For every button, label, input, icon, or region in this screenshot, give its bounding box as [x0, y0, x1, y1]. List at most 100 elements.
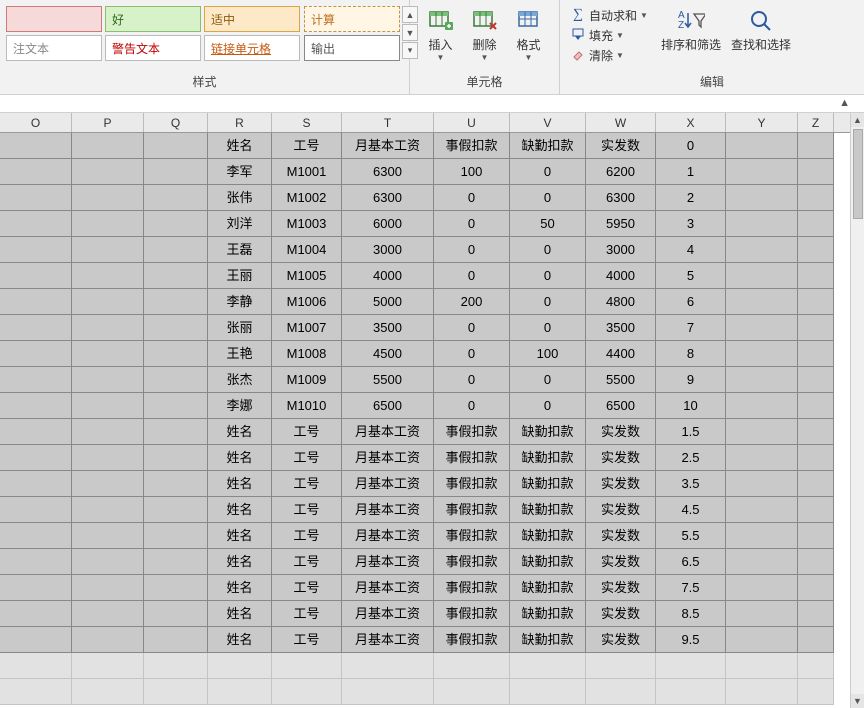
cell[interactable]	[798, 679, 834, 705]
cell[interactable]	[0, 367, 72, 393]
cell[interactable]: 7.5	[656, 575, 726, 601]
cell[interactable]: 0	[510, 185, 586, 211]
cell[interactable]: 6300	[586, 185, 656, 211]
cell[interactable]: 工号	[272, 601, 342, 627]
cell[interactable]: 4800	[586, 289, 656, 315]
cell[interactable]: 王丽	[208, 263, 272, 289]
cell[interactable]: 10	[656, 393, 726, 419]
cell[interactable]	[72, 263, 144, 289]
cell[interactable]: 缺勤扣款	[510, 575, 586, 601]
insert-button[interactable]: 插入 ▼	[419, 2, 463, 62]
cell[interactable]	[144, 185, 208, 211]
cell[interactable]: 9.5	[656, 627, 726, 653]
cell[interactable]: 张丽	[208, 315, 272, 341]
cell[interactable]: 工号	[272, 471, 342, 497]
cell[interactable]: 姓名	[208, 497, 272, 523]
cell[interactable]	[144, 159, 208, 185]
cell[interactable]	[208, 679, 272, 705]
delete-button[interactable]: 删除 ▼	[463, 2, 507, 62]
cell[interactable]: 0	[510, 237, 586, 263]
cell[interactable]: 李军	[208, 159, 272, 185]
cell[interactable]	[726, 523, 798, 549]
cell[interactable]	[72, 575, 144, 601]
cell[interactable]: 姓名	[208, 445, 272, 471]
cell[interactable]	[144, 341, 208, 367]
cell[interactable]	[656, 653, 726, 679]
cell[interactable]: 0	[510, 289, 586, 315]
cell[interactable]: 李娜	[208, 393, 272, 419]
cell[interactable]: 6300	[342, 185, 434, 211]
cell[interactable]: 3500	[586, 315, 656, 341]
cell[interactable]: 实发数	[586, 133, 656, 159]
cell[interactable]: 姓名	[208, 575, 272, 601]
cell[interactable]	[0, 237, 72, 263]
cell[interactable]	[798, 445, 834, 471]
cell[interactable]: 6	[656, 289, 726, 315]
cell[interactable]	[0, 653, 72, 679]
cell[interactable]: 0	[434, 237, 510, 263]
cell[interactable]	[72, 549, 144, 575]
cell[interactable]	[726, 627, 798, 653]
autosum-button[interactable]: ∑ 自动求和 ▼	[570, 5, 652, 25]
cell[interactable]	[72, 237, 144, 263]
find-select-button[interactable]: 查找和选择	[726, 2, 796, 53]
cell[interactable]	[72, 315, 144, 341]
cell[interactable]	[272, 679, 342, 705]
cell[interactable]	[0, 497, 72, 523]
cell[interactable]: 0	[434, 211, 510, 237]
cell[interactable]: 事假扣款	[434, 419, 510, 445]
cell[interactable]: 0	[434, 315, 510, 341]
cell[interactable]	[272, 653, 342, 679]
cell[interactable]: 4000	[342, 263, 434, 289]
cell[interactable]: 1	[656, 159, 726, 185]
cell[interactable]	[0, 419, 72, 445]
cell[interactable]: 工号	[272, 445, 342, 471]
cell[interactable]: 1.5	[656, 419, 726, 445]
cell[interactable]: 事假扣款	[434, 549, 510, 575]
cell[interactable]	[144, 445, 208, 471]
cell[interactable]	[72, 653, 144, 679]
cell[interactable]	[656, 679, 726, 705]
cell[interactable]	[144, 653, 208, 679]
cell[interactable]: 6500	[586, 393, 656, 419]
style-cell-4[interactable]: 警告文本	[105, 35, 201, 61]
cell[interactable]	[0, 211, 72, 237]
style-cell-3[interactable]: 注文本	[6, 35, 102, 61]
cell[interactable]	[144, 549, 208, 575]
cell[interactable]	[798, 185, 834, 211]
cell[interactable]	[0, 679, 72, 705]
cell[interactable]	[0, 523, 72, 549]
cell[interactable]	[726, 445, 798, 471]
cell[interactable]	[726, 211, 798, 237]
style-cell-1[interactable]: 好	[105, 6, 201, 32]
cell[interactable]: 0	[510, 159, 586, 185]
cell[interactable]: M1005	[272, 263, 342, 289]
cell[interactable]: 5000	[342, 289, 434, 315]
clear-button[interactable]: 清除 ▼	[570, 45, 652, 65]
cell[interactable]: 缺勤扣款	[510, 419, 586, 445]
cell[interactable]: 0	[434, 341, 510, 367]
cell[interactable]: 5	[656, 263, 726, 289]
cell[interactable]: 姓名	[208, 133, 272, 159]
cell[interactable]: 月基本工资	[342, 575, 434, 601]
cell[interactable]: 实发数	[586, 549, 656, 575]
cell[interactable]: 0	[510, 263, 586, 289]
cell[interactable]	[798, 575, 834, 601]
cell[interactable]: 3000	[342, 237, 434, 263]
cell[interactable]: 4	[656, 237, 726, 263]
cell[interactable]: 月基本工资	[342, 627, 434, 653]
cell[interactable]	[0, 445, 72, 471]
cell[interactable]	[798, 549, 834, 575]
cell[interactable]	[798, 237, 834, 263]
cell[interactable]	[144, 263, 208, 289]
cell[interactable]	[0, 263, 72, 289]
cell[interactable]	[144, 289, 208, 315]
cell[interactable]	[798, 263, 834, 289]
cell[interactable]	[144, 419, 208, 445]
scroll-down-arrow[interactable]: ▼	[851, 694, 864, 708]
cell[interactable]	[726, 159, 798, 185]
cell[interactable]: 月基本工资	[342, 523, 434, 549]
scroll-thumb[interactable]	[853, 129, 863, 219]
cell[interactable]	[72, 679, 144, 705]
cell[interactable]: 5500	[586, 367, 656, 393]
